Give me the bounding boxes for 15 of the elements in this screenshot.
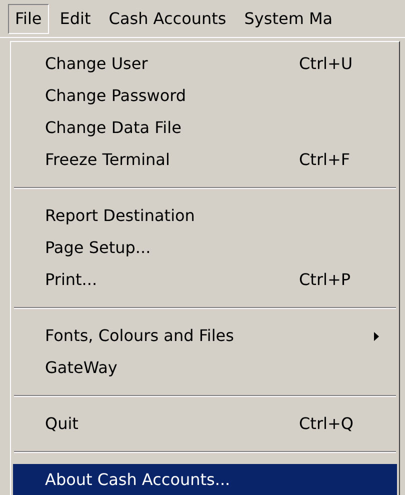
menu-item[interactable]: Fonts, Colours and Files [13,320,397,352]
menu-item[interactable]: Change Data File [13,112,397,144]
menu-item[interactable]: Freeze Terminal Ctrl+F [13,144,397,176]
menu-bar-item[interactable]: File [8,4,49,34]
menu-item[interactable]: Print... Ctrl+P [13,264,397,296]
menu-item[interactable]: Change User Ctrl+U [13,48,397,80]
menu-bar-item[interactable]: Edit [52,4,98,34]
menu-item[interactable]: Report Destination [13,200,397,232]
menu-item[interactable]: Quit Ctrl+Q [13,408,397,440]
menu-item[interactable]: Change Password [13,80,397,112]
menu-item[interactable]: About Cash Accounts... [13,464,397,495]
menu-bar-item[interactable]: System Ma [237,4,340,34]
menu-item[interactable]: GateWay [13,352,397,384]
menu-bar-item[interactable]: Cash Accounts [102,4,234,34]
menu-item[interactable]: Page Setup... [13,232,397,264]
